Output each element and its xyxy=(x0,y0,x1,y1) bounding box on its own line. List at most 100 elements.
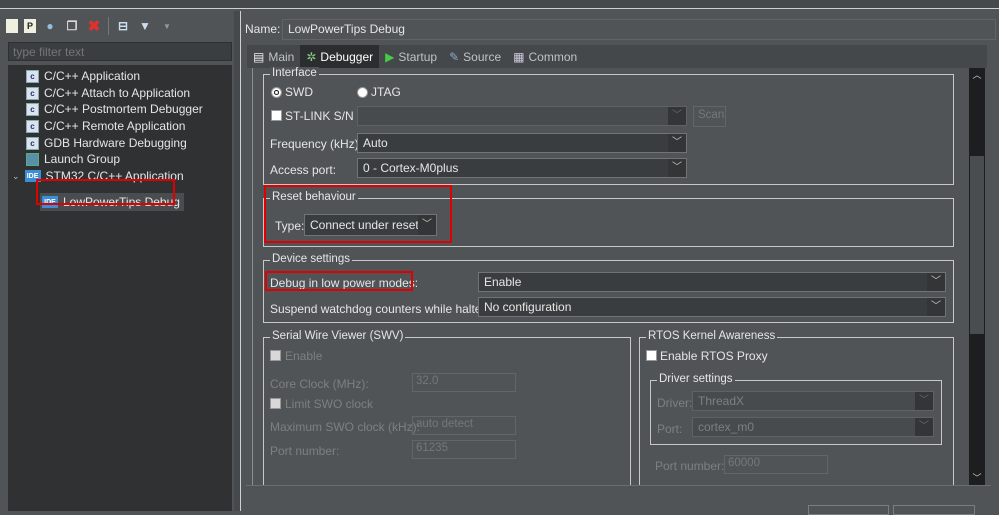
driver-label: Driver: xyxy=(657,396,693,410)
jtag-label: JTAG xyxy=(371,85,401,99)
swd-label: SWD xyxy=(285,85,313,99)
swv-port-label: Port number: xyxy=(270,444,340,458)
max-swo-label: Maximum SWO clock (kHz): xyxy=(270,420,420,434)
tree-item[interactable]: Launch Group xyxy=(26,151,120,167)
scrollbar-thumb[interactable] xyxy=(970,156,984,334)
frequency-combo[interactable]: Auto ﹀ xyxy=(357,133,687,153)
group-title: Driver settings xyxy=(657,373,735,385)
tab-label: Startup xyxy=(398,49,438,64)
export-icon[interactable]: ● xyxy=(42,18,58,34)
stlink-sn-combo[interactable]: ﹀ xyxy=(357,106,687,126)
tree-item-label: C/C++ Postmortem Debugger xyxy=(44,102,203,116)
tree-item-label: Launch Group xyxy=(44,152,121,166)
low-power-combo[interactable]: Enable ﹀ xyxy=(478,272,946,292)
jtag-radio[interactable] xyxy=(357,87,368,98)
tab-source[interactable]: ✎ Source xyxy=(443,45,507,68)
stlink-label: ST-LINK S/N xyxy=(285,109,354,123)
tree-item[interactable]: c GDB Hardware Debugging xyxy=(26,135,187,151)
swv-port-input[interactable]: 61235 xyxy=(412,440,516,459)
collapse-all-icon[interactable]: ⊟ xyxy=(115,18,131,34)
tree-item-label: GDB Hardware Debugging xyxy=(44,136,187,150)
swv-enable-checkbox[interactable] xyxy=(270,350,281,361)
group-title: Interface xyxy=(270,67,319,79)
tab-startup[interactable]: ▶ Startup xyxy=(379,45,443,68)
content-border xyxy=(252,68,253,485)
configuration-tree: c C/C++ Application c C/C++ Attach to Appl… xyxy=(8,65,232,511)
c-icon: c xyxy=(26,86,39,100)
group-title: RTOS Kernel Awareness xyxy=(646,330,778,342)
new-prototype-icon[interactable]: P xyxy=(24,19,36,33)
tree-item[interactable]: c C/C++ Attach to Application xyxy=(26,85,190,101)
chevron-down-icon: ﹀ xyxy=(915,418,933,436)
apply-button[interactable] xyxy=(808,505,889,515)
highlight-box-selected-config xyxy=(36,179,175,205)
chevron-down-icon: ﹀ xyxy=(668,134,686,152)
c-icon: c xyxy=(26,119,39,133)
configurations-panel: P ● ❐ ✖ ⊟ ▼ ▼ c C/C++ Application c C/C++ … xyxy=(0,11,234,511)
stlink-checkbox[interactable] xyxy=(271,110,282,121)
filter-icon[interactable]: ▼ xyxy=(137,18,153,34)
access-port-combo[interactable]: 0 - Cortex-M0plus ﹀ xyxy=(357,158,687,178)
limit-swo-label: Limit SWO clock xyxy=(285,397,374,411)
c-icon: c xyxy=(26,136,39,150)
tab-main[interactable]: ▤ Main xyxy=(247,45,300,68)
access-port-label: Access port: xyxy=(270,163,337,177)
rtos-proxy-checkbox[interactable] xyxy=(646,350,657,361)
rtos-proxy-label: Enable RTOS Proxy xyxy=(660,349,768,363)
limit-swo-checkbox[interactable] xyxy=(270,398,281,409)
swd-radio[interactable] xyxy=(271,87,282,98)
bug-icon: ✲ xyxy=(306,49,317,64)
driver-combo[interactable]: ThreadX ﹀ xyxy=(692,391,934,411)
chevron-down-icon: ﹀ xyxy=(927,273,945,291)
rtos-port-number-input[interactable]: 60000 xyxy=(724,455,828,474)
chevron-down-icon[interactable]: ⌄ xyxy=(12,171,20,182)
name-input[interactable]: LowPowerTips Debug xyxy=(282,19,996,40)
highlight-box-reset xyxy=(264,185,452,243)
tab-common[interactable]: ▦ Common xyxy=(507,45,583,68)
highlight-box-low-power xyxy=(265,271,413,291)
chevron-down-icon: ﹀ xyxy=(915,392,933,410)
group-title: Device settings xyxy=(270,253,352,265)
group-title: Serial Wire Viewer (SWV) xyxy=(270,330,406,342)
tab-bar: ▤ Main ✲ Debugger ▶ Startup ✎ Source ▦ Common xyxy=(247,45,987,68)
watchdog-combo[interactable]: No configuration ﹀ xyxy=(478,297,946,317)
combo-value: No configuration xyxy=(484,300,572,314)
menu-dropdown-icon[interactable]: ▼ xyxy=(159,18,175,34)
tab-label: Debugger xyxy=(320,49,374,64)
play-icon: ▶ xyxy=(385,49,395,64)
combo-value: cortex_m0 xyxy=(698,420,755,434)
rtos-port-combo[interactable]: cortex_m0 ﹀ xyxy=(692,417,934,437)
document-icon: ▤ xyxy=(253,49,265,64)
tree-item[interactable]: c C/C++ Postmortem Debugger xyxy=(26,101,203,117)
core-clock-input[interactable]: 32.0 xyxy=(412,373,516,392)
c-icon: c xyxy=(26,102,39,116)
toolbar-separator xyxy=(108,17,109,35)
delete-icon[interactable]: ✖ xyxy=(86,18,102,35)
tab-label: Common xyxy=(528,49,578,64)
tab-label: Main xyxy=(268,49,295,64)
swv-enable-label: Enable xyxy=(285,349,323,363)
new-configuration-icon[interactable] xyxy=(6,19,18,33)
scroll-up-icon[interactable]: ︿ xyxy=(969,68,985,82)
duplicate-icon[interactable]: ❐ xyxy=(64,18,80,34)
scroll-down-icon[interactable]: ﹀ xyxy=(969,471,985,485)
revert-button[interactable] xyxy=(893,505,975,515)
c-icon: c xyxy=(26,69,39,83)
tree-item-label: C/C++ Remote Application xyxy=(44,119,186,133)
scan-button[interactable]: Scan xyxy=(693,106,726,127)
tab-debugger[interactable]: ✲ Debugger xyxy=(300,45,380,68)
core-clock-label: Core Clock (MHz): xyxy=(270,377,369,391)
max-swo-input[interactable]: auto detect xyxy=(412,416,516,435)
configurations-toolbar: P ● ❐ ✖ ⊟ ▼ ▼ xyxy=(6,15,175,37)
tree-item[interactable]: c C/C++ Application xyxy=(26,68,140,84)
filter-input[interactable] xyxy=(8,42,232,61)
name-label: Name: xyxy=(245,22,281,36)
combo-value: 0 - Cortex-M0plus xyxy=(363,161,459,175)
combo-value: ThreadX xyxy=(698,394,745,408)
common-icon: ▦ xyxy=(513,49,525,64)
launch-group-icon xyxy=(26,152,39,166)
vertical-scrollbar[interactable]: ︿ ﹀ xyxy=(969,68,985,485)
chevron-down-icon: ﹀ xyxy=(927,298,945,316)
combo-value: Auto xyxy=(363,136,388,150)
tree-item[interactable]: c C/C++ Remote Application xyxy=(26,118,185,134)
